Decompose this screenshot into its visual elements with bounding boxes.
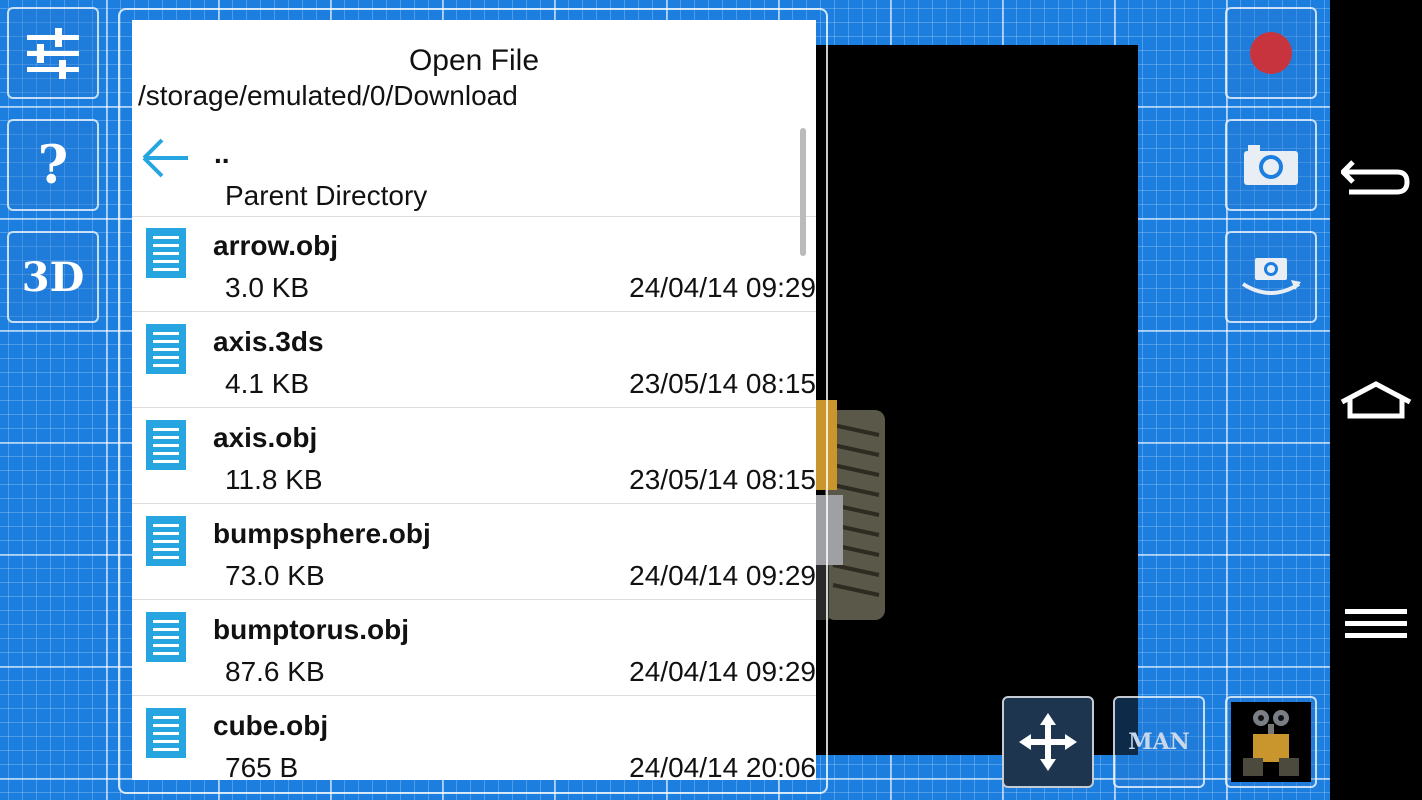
file-row[interactable]: bumpsphere.obj 73.0 KB 24/04/14 09:29 xyxy=(132,504,816,600)
file-icon xyxy=(146,708,186,758)
file-list: arrow.obj 3.0 KB 24/04/14 09:29 axis.3ds… xyxy=(132,216,816,780)
rotate-camera-icon xyxy=(1241,258,1301,295)
file-size: 765 B xyxy=(225,752,299,780)
file-row[interactable]: cube.obj 765 B 24/04/14 20:06 xyxy=(132,696,816,780)
home-icon xyxy=(1340,381,1412,419)
help-label: ? xyxy=(37,134,69,196)
back-button[interactable] xyxy=(1338,146,1414,206)
file-row[interactable]: axis.obj 11.8 KB 23/05/14 08:15 xyxy=(132,408,816,504)
file-icon xyxy=(146,612,186,662)
rotate-camera-button[interactable] xyxy=(1225,231,1317,323)
file-row[interactable]: axis.3ds 4.1 KB 23/05/14 08:15 xyxy=(132,312,816,408)
file-size: 4.1 KB xyxy=(225,368,310,399)
file-name: bumpsphere.obj xyxy=(213,518,431,549)
file-name: cube.obj xyxy=(213,710,329,741)
scrollbar[interactable] xyxy=(800,128,806,256)
file-row[interactable]: arrow.obj 3.0 KB 24/04/14 09:29 xyxy=(132,216,816,312)
file-icon xyxy=(146,420,186,470)
camera-icon xyxy=(1244,145,1298,185)
parent-name: .. xyxy=(214,138,230,169)
help-button[interactable]: ? xyxy=(7,119,99,211)
record-icon xyxy=(1250,32,1292,74)
model-thumbnail-button[interactable] xyxy=(1225,696,1317,788)
file-date: 23/05/14 08:15 xyxy=(629,464,816,495)
file-row[interactable]: bumptorus.obj 87.6 KB 24/04/14 09:29 xyxy=(132,600,816,696)
home-button[interactable] xyxy=(1338,370,1414,430)
menu-icon xyxy=(1345,609,1407,638)
camera-button[interactable] xyxy=(1225,119,1317,211)
file-name: bumptorus.obj xyxy=(213,614,409,645)
file-icon xyxy=(146,228,186,278)
file-name: axis.obj xyxy=(213,422,318,453)
file-size: 73.0 KB xyxy=(225,560,325,591)
file-date: 24/04/14 09:29 xyxy=(629,560,816,591)
menu-button[interactable] xyxy=(1338,594,1414,654)
file-size: 3.0 KB xyxy=(225,272,310,303)
open-file-dialog: Open File /storage/emulated/0/Download .… xyxy=(132,20,816,780)
move-arrows-icon xyxy=(1019,713,1077,771)
file-name: arrow.obj xyxy=(213,230,338,261)
manual-label: MAN xyxy=(1128,729,1190,755)
file-date: 24/04/14 09:29 xyxy=(629,272,816,303)
dialog-title: Open File xyxy=(408,44,540,77)
parent-label: Parent Directory xyxy=(225,180,428,211)
file-size: 87.6 KB xyxy=(225,656,325,687)
record-button[interactable] xyxy=(1225,7,1317,99)
settings-button[interactable] xyxy=(7,7,99,99)
robot-thumbnail xyxy=(1231,702,1311,782)
sliders-icon xyxy=(27,28,79,79)
system-navbar xyxy=(1330,0,1422,800)
3d-label: 3D xyxy=(21,253,85,301)
file-name: axis.3ds xyxy=(213,326,324,357)
file-icon xyxy=(146,324,186,374)
back-icon xyxy=(1341,160,1410,195)
3d-view-button[interactable]: 3D xyxy=(7,231,99,323)
current-path: /storage/emulated/0/Download xyxy=(138,80,518,111)
file-date: 23/05/14 08:15 xyxy=(629,368,816,399)
3d-viewport[interactable] xyxy=(815,45,1138,755)
file-icon xyxy=(146,516,186,566)
parent-directory-row[interactable]: .. Parent Directory xyxy=(132,124,816,217)
back-arrow-icon xyxy=(142,138,188,178)
manual-mode-button[interactable]: MAN xyxy=(1113,696,1205,788)
move-button[interactable] xyxy=(1002,696,1094,788)
file-date: 24/04/14 20:06 xyxy=(629,752,816,780)
file-size: 11.8 KB xyxy=(225,464,323,495)
file-date: 24/04/14 09:29 xyxy=(629,656,816,687)
